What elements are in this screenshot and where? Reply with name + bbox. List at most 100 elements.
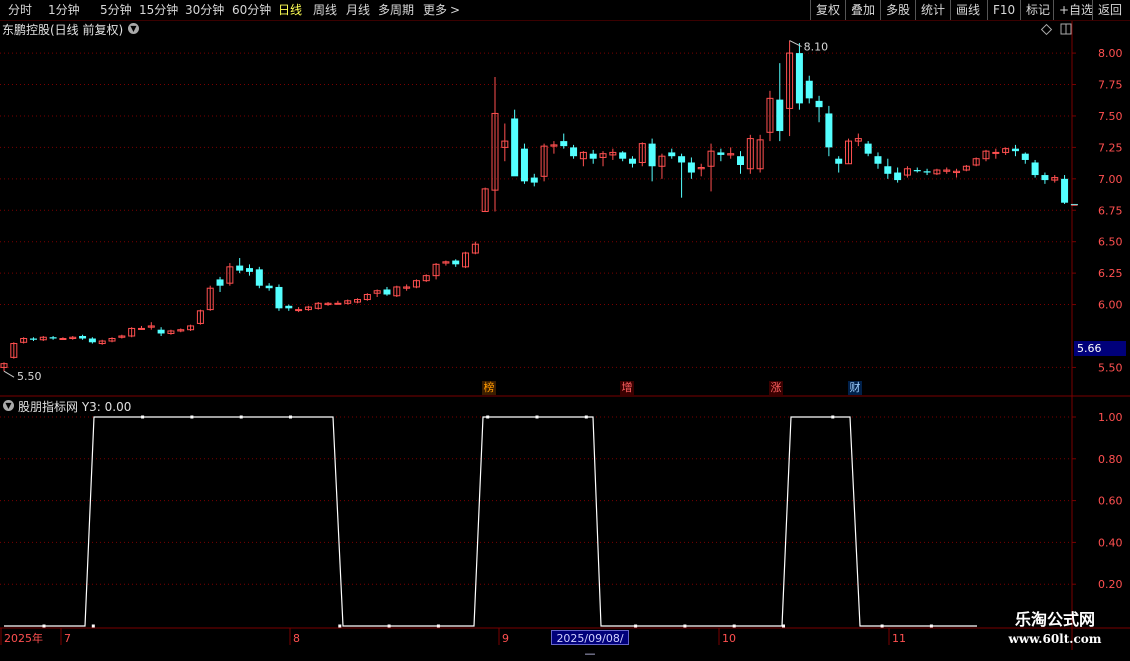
candle-body-down (795, 53, 803, 104)
price-tick-label: 6.50 (1098, 236, 1123, 249)
candle-body-down (835, 158, 843, 164)
indicator-marker (683, 624, 687, 628)
stock-title[interactable]: 东鹏控股(日线 前复权) (2, 21, 123, 38)
candle-body-down (511, 118, 519, 177)
candle-body-down (589, 153, 597, 159)
indicator-tick-label: 0.60 (1098, 495, 1123, 508)
candle-body-down (29, 338, 37, 340)
candle-body-down (275, 286, 283, 309)
chevron-down-icon[interactable]: ▼ (3, 400, 14, 411)
candle-body-down (570, 147, 578, 157)
indicator-marker (584, 415, 588, 419)
indicator-marker (929, 624, 933, 628)
candle-body-up (334, 302, 342, 305)
indicator-marker (42, 624, 46, 628)
price-tick-label: 8.00 (1098, 47, 1123, 60)
candle-body-down (737, 156, 744, 165)
indicator-marker (239, 415, 243, 419)
candle-body-down (157, 329, 165, 334)
candle-body-down (255, 269, 263, 286)
candle-body-down (1011, 148, 1019, 152)
indicator-title[interactable]: 股朋指标网 Y3: 0.00 (18, 398, 131, 415)
indicator-marker (634, 624, 638, 628)
candle-body-down (894, 172, 902, 181)
candle-body-down (678, 156, 686, 163)
candle-body-down (216, 279, 224, 286)
indicator-marker (732, 624, 736, 628)
indicator-line (4, 416, 977, 627)
candle-body-down (648, 143, 656, 167)
price-tick-label: 7.75 (1098, 79, 1123, 92)
price-tick-label: 7.50 (1098, 110, 1123, 123)
candle-body-down (1021, 153, 1029, 160)
current-price-label: 5.66 (1074, 341, 1126, 356)
date-axis-label: 9 (502, 632, 509, 645)
candle-body-down (79, 335, 87, 339)
candle-body-down (913, 170, 921, 172)
candle-body-down (884, 166, 892, 174)
indicator-marker (289, 415, 292, 419)
candle-body-up (137, 327, 145, 330)
indicator-marker (387, 624, 391, 628)
price-tick-label: 5.50 (1098, 361, 1123, 374)
candle-body-up (295, 309, 303, 312)
low-price-label: 5.50 (17, 370, 42, 383)
price-tick-label: 6.00 (1098, 299, 1123, 312)
price-tick-label: 6.25 (1098, 267, 1123, 280)
candle-body-down (285, 305, 293, 309)
indicator-marker (338, 624, 342, 628)
high-price-label: 8.10 (804, 41, 829, 54)
event-tag[interactable]: 增 (620, 381, 634, 395)
candle-body-down (560, 141, 568, 147)
indicator-tick-label: 0.40 (1098, 536, 1123, 549)
candle-body-down (246, 268, 253, 272)
candle-body-down (776, 99, 784, 132)
chevron-down-icon[interactable]: ▼ (128, 23, 139, 34)
date-axis-label: 8 (293, 632, 300, 645)
candle-body-up (59, 338, 67, 341)
candle-body-down (717, 152, 725, 155)
candle-body-down (628, 158, 636, 164)
indicator-marker (141, 415, 145, 419)
indicator-marker (880, 624, 884, 628)
event-tag[interactable]: 榜 (482, 381, 496, 395)
candle-body-down (530, 177, 538, 183)
candle-body-down (88, 338, 96, 343)
candle-body-down (265, 285, 273, 289)
indicator-marker (190, 415, 194, 419)
candle-body-down (923, 171, 931, 173)
indicator-marker (831, 415, 835, 419)
price-tick-label: 7.25 (1098, 141, 1123, 154)
event-tag[interactable]: 涨 (769, 381, 783, 395)
price-tick-label: 7.00 (1098, 173, 1123, 186)
diamond-icon (1040, 23, 1053, 36)
candle-body-down (236, 265, 244, 271)
low-pointer (3, 370, 15, 378)
candle-body-down (383, 289, 391, 295)
indicator-marker (91, 624, 95, 628)
candle-body-down (874, 156, 882, 164)
candle-body-up (992, 151, 1000, 154)
indicator-tick-label: 0.20 (1098, 578, 1123, 591)
candle-body-down (805, 80, 813, 99)
watermark: 乐淘公式网 www.60lt.com (985, 606, 1125, 646)
candle-body-down (815, 100, 823, 108)
price-tick-label: 6.75 (1098, 204, 1123, 217)
date-axis-label: 2025年 (4, 631, 43, 645)
indicator-marker (535, 415, 539, 419)
selected-date-label: 2025/09/08/— (551, 630, 629, 660)
candle-body-down (49, 337, 57, 339)
indicator-tick-label: 0.80 (1098, 453, 1123, 466)
candle-body-down (1041, 175, 1049, 181)
candle-body-down (452, 260, 460, 265)
date-axis-label: 10 (722, 632, 736, 645)
candle-body-down (619, 152, 627, 159)
candle-body-down (687, 162, 695, 173)
event-tag[interactable]: 财 (848, 381, 862, 395)
candle-body-down (668, 152, 676, 157)
candle-body-down (825, 113, 833, 148)
date-axis-label: 11 (892, 632, 906, 645)
watermark-line1: 乐淘公式网 (1014, 610, 1095, 629)
candle-body-down (864, 143, 872, 154)
indicator-marker (436, 624, 440, 628)
